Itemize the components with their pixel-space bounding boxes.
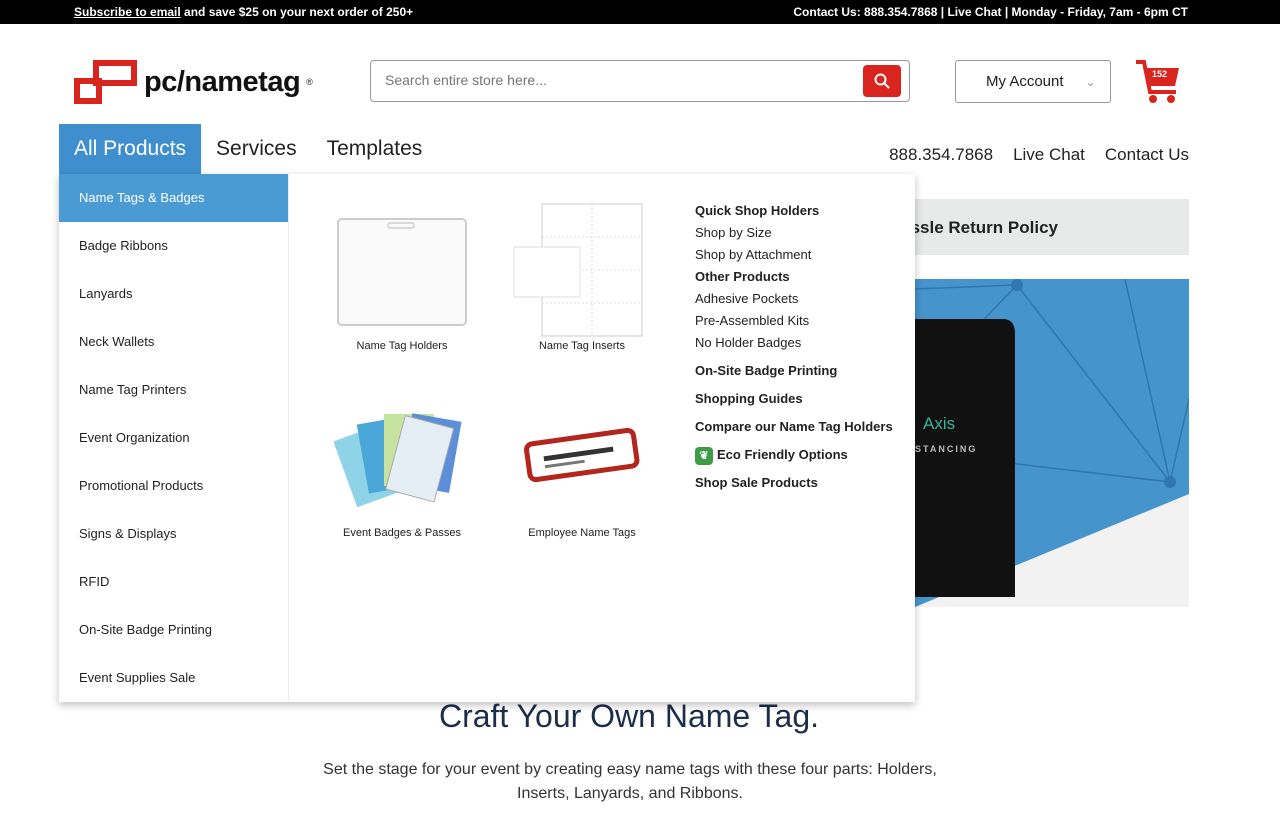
sidebar-item[interactable]: RFID xyxy=(59,558,288,606)
product-event-badges[interactable]: Event Badges & Passes xyxy=(327,387,477,539)
sidebar-item[interactable]: Event Supplies Sale xyxy=(59,654,288,702)
nav-templates[interactable]: Templates xyxy=(312,124,438,174)
sidebar-item[interactable]: Badge Ribbons xyxy=(59,222,288,270)
hero-brand: Axis xyxy=(923,414,955,433)
menu-link[interactable]: Shop by Size xyxy=(695,222,893,244)
inserts-image xyxy=(513,203,643,337)
cart-button[interactable]: 152 xyxy=(1134,58,1182,111)
chevron-down-icon: ⌄ xyxy=(1085,74,1096,89)
hero-graphic: Axis STANCING xyxy=(915,279,1189,607)
product-label: Event Badges & Passes xyxy=(342,527,461,539)
nav-right: 888.354.7868 Live Chat Contact Us xyxy=(889,145,1189,165)
menu-link-label: Shop by Attachment xyxy=(695,247,812,262)
menu-link[interactable]: Shop by Attachment xyxy=(695,244,893,266)
sidebar-item[interactable]: Neck Wallets xyxy=(59,318,288,366)
product-employee-name-tags[interactable]: Employee Name Tags xyxy=(507,387,657,539)
menu-links: Quick Shop Holders Shop by Size Shop by At… xyxy=(695,200,893,494)
hero-image[interactable]: Axis STANCING xyxy=(915,279,1189,607)
nav-services[interactable]: Services xyxy=(201,124,312,174)
top-bar: Subscribe to email and save $25 on your … xyxy=(0,0,1280,24)
mega-menu: Name Tags & Badges Badge Ribbons Lanyards N… xyxy=(59,174,915,702)
menu-link-label: No Holder Badges xyxy=(695,335,802,350)
nav-all-products[interactable]: All Products xyxy=(59,124,202,174)
menu-link-label: Pre-Assembled Kits xyxy=(695,313,810,328)
menu-link-label: Eco Friendly Options xyxy=(717,447,848,462)
search-icon xyxy=(874,73,890,89)
page-heading: Craft Your Own Name Tag. xyxy=(438,698,820,734)
menu-link-label: Quick Shop Holders xyxy=(695,203,820,218)
nav-live-chat[interactable]: Live Chat xyxy=(1013,145,1085,165)
my-account-dropdown[interactable]: My Account ⌄ xyxy=(955,60,1111,103)
menu-link[interactable]: Quick Shop Holders xyxy=(695,200,893,222)
menu-link-label: Adhesive Pockets xyxy=(695,291,799,306)
sidebar-item[interactable]: Signs & Displays xyxy=(59,510,288,558)
menu-link[interactable]: Compare our Name Tag Holders xyxy=(695,416,893,438)
logo-mark-icon xyxy=(74,60,137,104)
menu-link-label: Compare our Name Tag Holders xyxy=(695,419,893,434)
employee-tag-image xyxy=(524,427,640,483)
cart-icon xyxy=(1136,60,1179,103)
subscribe-link[interactable]: Subscribe to email xyxy=(74,5,181,19)
menu-link[interactable]: No Holder Badges xyxy=(695,332,893,354)
menu-link[interactable]: ❦ Eco Friendly Options xyxy=(695,444,893,466)
menu-link-label: Shop Sale Products xyxy=(695,475,818,490)
search-bar xyxy=(370,60,910,102)
menu-link[interactable]: On-Site Badge Printing xyxy=(695,360,893,382)
product-name-tag-holders[interactable]: Name Tag Holders xyxy=(327,200,477,352)
product-label: Name Tag Holders xyxy=(356,340,448,352)
sidebar-item[interactable]: Name Tags & Badges xyxy=(59,174,288,222)
sidebar-item[interactable]: Name Tag Printers xyxy=(59,366,288,414)
sidebar-item[interactable]: Promotional Products xyxy=(59,462,288,510)
nav-contact-us[interactable]: Contact Us xyxy=(1105,145,1189,165)
menu-link-label: Shopping Guides xyxy=(695,391,803,406)
menu-link-label: Other Products xyxy=(695,269,790,284)
menu-link[interactable]: Adhesive Pockets xyxy=(695,288,893,310)
product-label: Name Tag Inserts xyxy=(538,340,625,352)
holder-image xyxy=(337,218,467,326)
product-name-tag-inserts[interactable]: Name Tag Inserts xyxy=(507,200,657,352)
sidebar-item[interactable]: Lanyards xyxy=(59,270,288,318)
promo-text: and save $25 on your next order of 250+ xyxy=(180,5,414,19)
cart-count: 152 xyxy=(1152,69,1168,79)
menu-link[interactable]: Shopping Guides xyxy=(695,388,893,410)
sidebar-item[interactable]: On-Site Badge Printing xyxy=(59,606,288,654)
page-intro: Set the stage for your event by creating… xyxy=(323,761,937,802)
menu-link[interactable]: Pre-Assembled Kits xyxy=(695,310,893,332)
account-label: My Account xyxy=(986,73,1064,90)
logo-text: pc/nametag xyxy=(144,65,301,98)
menu-link-label: On-Site Badge Printing xyxy=(695,363,838,378)
menu-link-label: Shop by Size xyxy=(695,225,772,240)
menu-link[interactable]: Other Products xyxy=(695,266,893,288)
main-nav: All Products Services Templates xyxy=(59,124,437,174)
nav-phone[interactable]: 888.354.7868 xyxy=(889,145,993,165)
badges-image xyxy=(334,413,462,508)
logo[interactable]: pc/nametag ® xyxy=(74,60,313,104)
product-label: Employee Name Tags xyxy=(528,527,636,539)
menu-sidebar: Name Tags & Badges Badge Ribbons Lanyards N… xyxy=(59,174,289,702)
contact-info[interactable]: Contact Us: 888.354.7868 | Live Chat | M… xyxy=(793,5,1188,19)
search-button[interactable] xyxy=(863,65,901,97)
menu-link[interactable]: Shop Sale Products xyxy=(695,472,893,494)
sidebar-item[interactable]: Event Organization xyxy=(59,414,288,462)
leaf-icon: ❦ xyxy=(695,446,713,465)
search-input[interactable] xyxy=(385,72,845,88)
hero-sub: STANCING xyxy=(915,444,977,454)
